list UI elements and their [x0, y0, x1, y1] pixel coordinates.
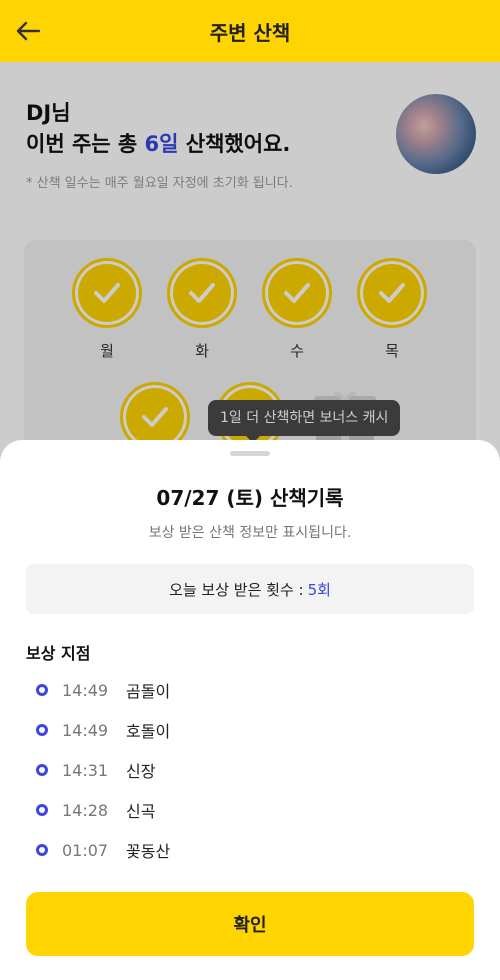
- reward-list: 14:49 곰돌이 14:49 호돌이 14:31 신장 14:28 신곡 01…: [36, 670, 456, 870]
- reward-points-title: 보상 지점: [26, 644, 91, 663]
- sheet-drag-handle[interactable]: [230, 451, 270, 456]
- walk-record-sheet: 07/27 (토) 산책기록 보상 받은 산책 정보만 표시됩니다. 오늘 보상…: [0, 440, 500, 980]
- reward-time: 01:07: [62, 840, 109, 860]
- app-header: 주변 산책: [0, 0, 500, 62]
- bullet-dot-icon: [36, 764, 48, 776]
- reward-place: 곰돌이: [126, 682, 171, 701]
- sheet-title: 07/27 (토) 산책기록: [156, 486, 344, 510]
- reward-place: 꽃동산: [126, 842, 171, 861]
- list-item: 01:07 꽃동산: [36, 830, 456, 870]
- reward-count-label: 오늘 보상 받은 횟수 :: [169, 580, 304, 599]
- reward-time: 14:28: [62, 800, 109, 820]
- list-item: 14:49 곰돌이: [36, 670, 456, 710]
- bullet-dot-icon: [36, 804, 48, 816]
- sheet-subtitle: 보상 받은 산책 정보만 표시됩니다.: [148, 525, 352, 541]
- page-title: 주변 산책: [209, 20, 291, 45]
- list-item: 14:28 신곡: [36, 790, 456, 830]
- list-item: 14:31 신장: [36, 750, 456, 790]
- arrow-left-icon: [16, 21, 41, 41]
- list-item: 14:49 호돌이: [36, 710, 456, 750]
- reward-count-value: 5회: [307, 580, 331, 599]
- bullet-dot-icon: [36, 844, 48, 856]
- reward-time: 14:49: [62, 680, 109, 700]
- back-button[interactable]: [12, 15, 44, 47]
- reward-time: 14:49: [62, 720, 109, 740]
- reward-place: 호돌이: [126, 722, 171, 741]
- bullet-dot-icon: [36, 724, 48, 736]
- reward-place: 신곡: [126, 802, 156, 821]
- bullet-dot-icon: [36, 684, 48, 696]
- confirm-button[interactable]: 확인: [26, 892, 474, 956]
- reward-place: 신장: [126, 762, 156, 781]
- reward-count-box: 오늘 보상 받은 횟수 : 5회: [26, 564, 474, 614]
- reward-time: 14:31: [62, 760, 109, 780]
